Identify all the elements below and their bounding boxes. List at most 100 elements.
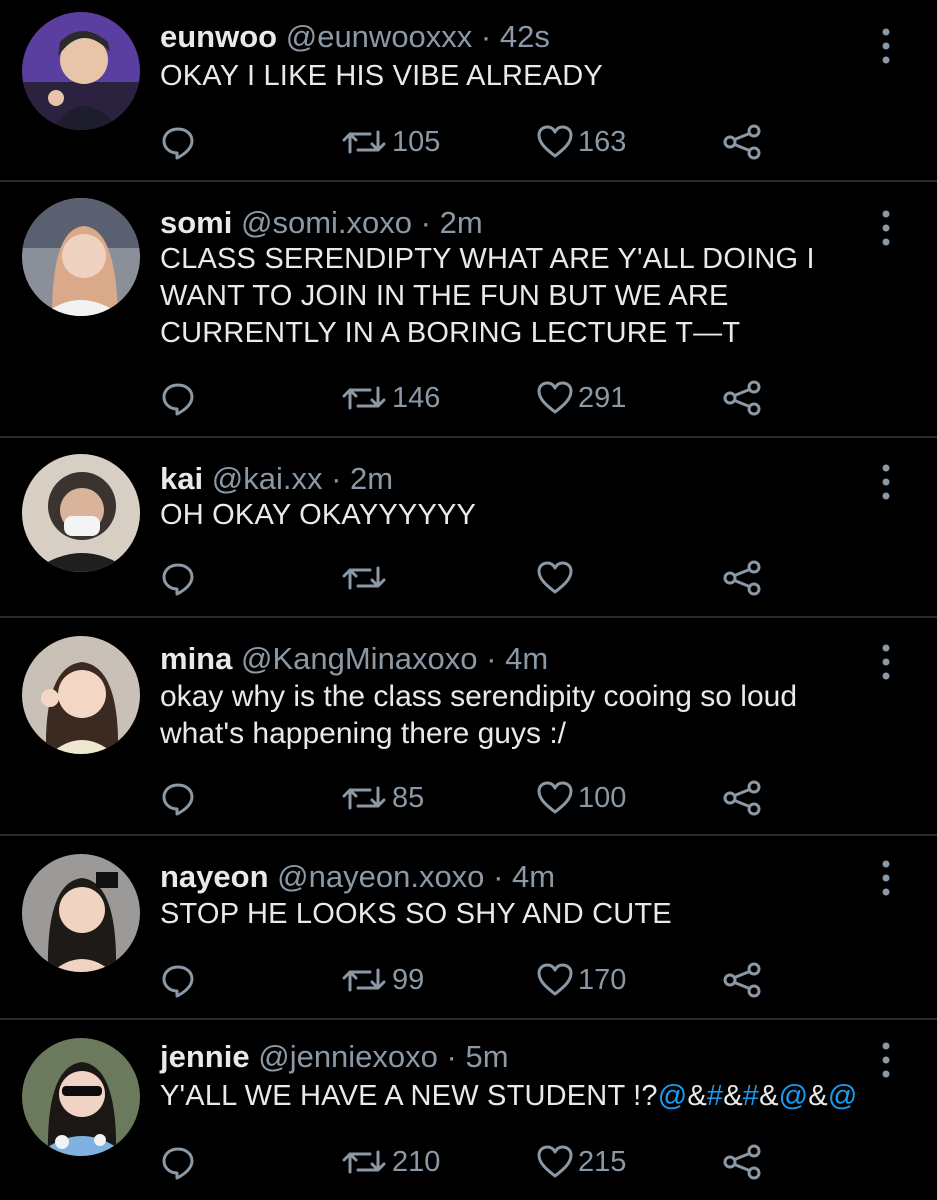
tweet-text: CLASS SERENDIPTY WHAT ARE Y'ALL DOING I … [160,243,815,349]
share-icon [723,1144,761,1180]
tweet[interactable]: kai @kai.xx · 2m OH OKAY OKAYYYYYY [0,438,937,618]
timestamp[interactable]: 42s [500,19,550,54]
text-symbol: @ [778,1080,809,1112]
heart-icon [537,125,573,158]
reply-button[interactable] [160,958,196,1002]
tweet-text-plain: Y'ALL WE HAVE A NEW STUDENT !? [160,1080,658,1112]
avatar[interactable] [22,12,140,130]
text-symbol: & [759,1080,779,1112]
tweet-text: OKAY I LIKE HIS VIBE ALREADY [160,60,603,92]
text-symbol: & [723,1080,743,1112]
reply-button[interactable] [160,120,196,164]
tweet-header: kai @kai.xx · 2m [160,460,393,498]
like-button[interactable]: 100 [536,776,626,820]
user-handle[interactable]: @eunwooxxx [286,19,473,54]
retweet-count: 146 [392,381,441,414]
more-options-button[interactable] [874,1038,898,1082]
reply-button[interactable] [160,556,196,600]
like-count: 163 [578,125,627,158]
separator: · [420,205,431,240]
timestamp[interactable]: 2m [350,461,393,496]
avatar[interactable] [22,854,140,972]
heart-icon [537,781,573,814]
like-button[interactable]: 170 [536,958,626,1002]
like-button[interactable] [536,556,578,600]
reply-icon [162,127,194,160]
avatar[interactable] [22,198,140,316]
user-handle[interactable]: @nayeon.xoxo [277,859,484,894]
reply-icon [162,563,194,596]
retweet-button[interactable]: 210 [340,1140,440,1184]
text-symbol: & [687,1080,707,1112]
share-button[interactable] [722,776,762,820]
reply-button[interactable] [160,376,196,420]
more-icon [882,1042,890,1078]
share-button[interactable] [722,556,762,600]
more-options-button[interactable] [874,856,898,900]
display-name[interactable]: nayeon [160,859,269,894]
reply-icon [162,383,194,416]
timestamp[interactable]: 5m [466,1039,509,1074]
tweet-actions: 99 170 [0,958,937,1002]
retweet-count: 85 [392,781,425,814]
tweet-header: nayeon @nayeon.xoxo · 4m [160,858,555,896]
separator: · [493,859,504,894]
reply-icon [162,783,194,816]
like-button[interactable]: 215 [536,1140,626,1184]
display-name[interactable]: mina [160,641,232,676]
retweet-button[interactable]: 105 [340,120,440,164]
share-button[interactable] [722,1140,762,1184]
reply-button[interactable] [160,1140,196,1184]
tweet-header: mina @KangMinaxoxo · 4m [160,640,548,678]
retweet-button[interactable]: 146 [340,376,440,420]
share-icon [723,380,761,416]
tweet-text: okay why is the class serendipity cooing… [160,680,798,750]
reply-icon [162,965,194,998]
retweet-count: 105 [392,125,441,158]
tweet[interactable]: somi @somi.xoxo · 2m CLASS SERENDIPTY WH… [0,182,937,438]
text-symbol: # [706,1080,724,1112]
retweet-button[interactable] [340,556,392,600]
retweet-count: 210 [392,1145,441,1178]
tweet[interactable]: nayeon @nayeon.xoxo · 4m STOP HE LOOKS S… [0,836,937,1020]
share-button[interactable] [722,120,762,164]
heart-icon [537,1145,573,1178]
timestamp[interactable]: 4m [505,641,548,676]
separator: · [486,641,497,676]
text-symbol: & [808,1080,828,1112]
timestamp[interactable]: 2m [440,205,483,240]
retweet-button[interactable]: 85 [340,776,424,820]
user-handle[interactable]: @KangMinaxoxo [241,641,478,676]
display-name[interactable]: somi [160,205,232,240]
display-name[interactable]: kai [160,461,203,496]
tweet[interactable]: eunwoo @eunwooxxx · 42s OKAY I LIKE HIS … [0,0,937,182]
share-button[interactable] [722,958,762,1002]
display-name[interactable]: eunwoo [160,19,277,54]
user-handle[interactable]: @kai.xx [212,461,323,496]
tweet[interactable]: mina @KangMinaxoxo · 4m okay why is the … [0,618,937,836]
text-symbol: @ [827,1080,858,1112]
user-handle[interactable]: @jenniexoxo [258,1039,438,1074]
display-name[interactable]: jennie [160,1039,250,1074]
user-handle[interactable]: @somi.xoxo [241,205,412,240]
avatar[interactable] [22,1038,140,1156]
share-icon [723,962,761,998]
avatar[interactable] [22,636,140,754]
timestamp[interactable]: 4m [512,859,555,894]
like-count: 170 [578,963,627,996]
retweet-count: 99 [392,963,425,996]
tweet-header: jennie @jenniexoxo · 5m [160,1038,509,1076]
more-icon [882,860,890,896]
like-button[interactable]: 291 [536,376,626,420]
retweet-icon [342,786,386,810]
like-count: 291 [578,381,627,414]
retweet-icon [342,1150,386,1174]
tweet-header: eunwoo @eunwooxxx · 42s [160,18,550,56]
reply-button[interactable] [160,776,196,820]
heart-icon [537,561,573,594]
avatar[interactable] [22,454,140,572]
tweet[interactable]: jennie @jenniexoxo · 5m Y'ALL WE HAVE A … [0,1020,937,1200]
like-button[interactable]: 163 [536,120,626,164]
retweet-button[interactable]: 99 [340,958,424,1002]
share-button[interactable] [722,376,762,420]
